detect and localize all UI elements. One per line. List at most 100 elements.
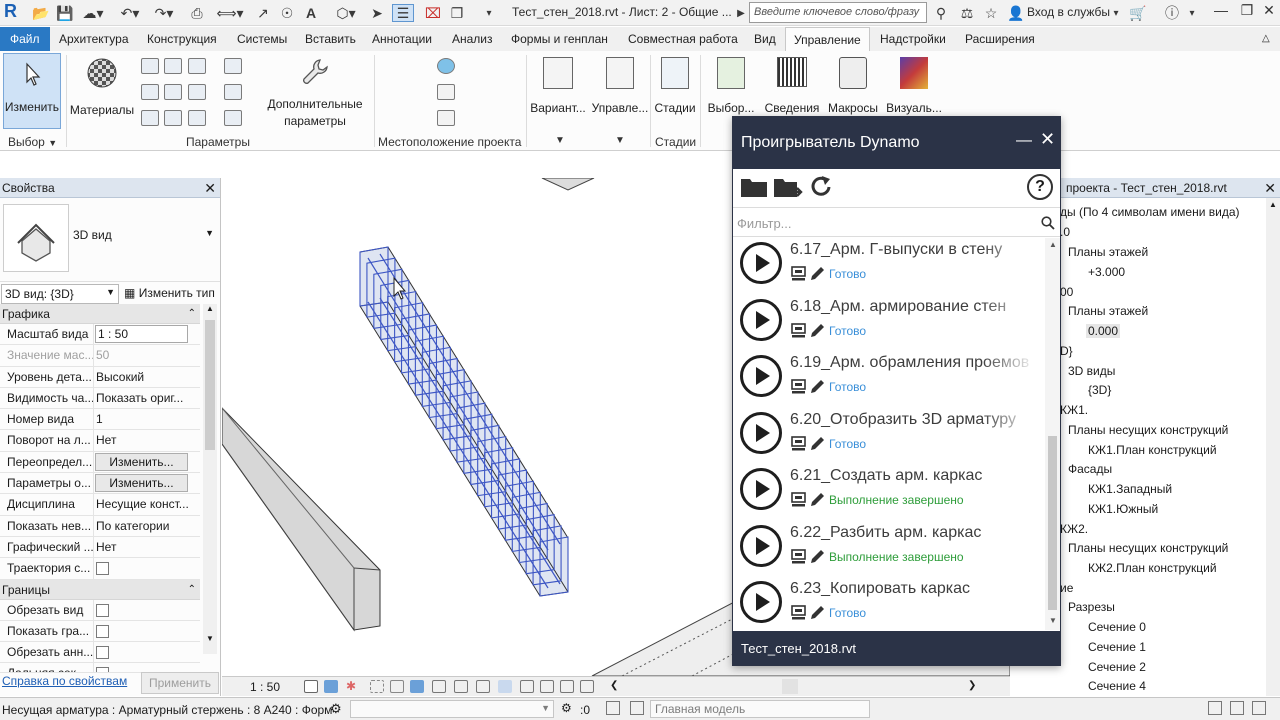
switch-windows-icon[interactable]: ❐ (448, 4, 466, 22)
object-styles-icon[interactable] (141, 58, 159, 74)
phases-button[interactable]: Стадии (652, 57, 698, 115)
keyword-search-input[interactable]: Введите ключевое слово/фразу (749, 2, 927, 23)
view-instance-select[interactable]: 3D вид: {3D} ▼ (1, 284, 119, 304)
tab-architecture[interactable]: Архитектура (51, 27, 137, 51)
annotation-crop-checkbox[interactable] (96, 646, 109, 660)
tab-insert[interactable]: Вставить (297, 27, 364, 51)
tab-analyze[interactable]: Анализ (444, 27, 501, 51)
coordinates-icon[interactable] (437, 84, 455, 100)
tree-item[interactable]: КЖ1.План конструкций (1088, 443, 1217, 457)
tree-item[interactable]: Планы этажей (1068, 304, 1148, 318)
tab-extensions[interactable]: Расширения (957, 27, 1043, 51)
global-parameters-icon[interactable] (188, 84, 206, 100)
mep-settings-icon[interactable] (224, 84, 242, 100)
snaps-icon[interactable] (164, 58, 182, 74)
play-icon[interactable] (740, 468, 782, 510)
design-options-dropdown-icon[interactable]: ▼ (555, 135, 565, 146)
lock-3d-icon[interactable] (432, 680, 446, 693)
tab-structure[interactable]: Конструкция (139, 27, 225, 51)
manage-projects-dropdown-icon[interactable]: ▼ (615, 135, 625, 146)
text-icon[interactable]: A (302, 4, 320, 22)
edit-graphic-options-button[interactable]: Изменить... (95, 474, 188, 493)
location-icon[interactable] (437, 58, 455, 74)
visual-style-icon[interactable] (324, 680, 338, 693)
tree-item[interactable]: +3.000 (1088, 265, 1125, 279)
prop-value[interactable]: Нет (94, 537, 200, 557)
project-info-icon[interactable] (188, 58, 206, 74)
player-inputs-icon[interactable] (791, 548, 806, 564)
prop-value[interactable]: Высокий (94, 367, 200, 387)
expand-search-icon[interactable]: ▶ (735, 4, 747, 22)
worksets-icon[interactable]: ⚙ (561, 701, 572, 715)
script-list-item[interactable]: 6.21_Создать арм. каркас Выполнение завер… (733, 464, 1045, 520)
tree-item[interactable]: 00 (1060, 285, 1073, 299)
design-options-status-icon[interactable] (630, 701, 644, 715)
redo-icon[interactable]: ↷▾ (150, 4, 178, 22)
horizontal-scrollbar-thumb[interactable] (782, 679, 798, 694)
crop-icon[interactable] (390, 680, 404, 693)
sun-path-checkbox[interactable] (96, 562, 109, 576)
tree-item[interactable]: Сечение 0 (1088, 620, 1146, 634)
shadows-icon[interactable] (370, 680, 384, 693)
properties-scrollbar[interactable]: ▲ ▼ (203, 304, 217, 654)
ribbon-toggle-icon[interactable]: △ (1254, 27, 1278, 51)
section-extents[interactable]: Границы ⌃ (0, 579, 200, 600)
close-browser-icon[interactable]: ✕ (1264, 178, 1276, 198)
scroll-right-icon[interactable]: ❯ (968, 680, 976, 691)
sign-in-dropdown-icon[interactable]: ▾ (1110, 4, 1122, 22)
tree-item[interactable]: Планы несущих конструкций (1068, 541, 1228, 555)
view-scale-label[interactable]: 1 : 50 (250, 680, 280, 694)
panel-schedule-icon[interactable] (224, 110, 242, 126)
tree-item[interactable]: Разрезы (1068, 600, 1115, 614)
browser-scrollbar[interactable]: ▲ (1266, 198, 1280, 696)
help-icon[interactable]: ? (1027, 174, 1053, 200)
favorites-star-icon[interactable]: ☆ (982, 4, 1000, 22)
shared-parameters-icon[interactable] (164, 84, 182, 100)
tree-item[interactable]: ие (1060, 581, 1073, 595)
scroll-up-icon[interactable]: ▲ (1049, 240, 1057, 249)
scroll-down-icon[interactable]: ▼ (1049, 616, 1057, 625)
status-selector-field[interactable]: ▼ (350, 700, 554, 718)
script-list-item[interactable]: 6.19_Арм. обрамления проемов Готово (733, 351, 1045, 407)
dimension-icon[interactable]: ↗ (254, 4, 272, 22)
folder-icon[interactable] (740, 175, 768, 199)
tab-manage[interactable]: Управление (785, 27, 870, 51)
rebar-cage[interactable] (359, 246, 569, 597)
player-inputs-icon[interactable] (791, 435, 806, 451)
binoculars-icon[interactable]: ⚲ (932, 4, 950, 22)
editable-only-icon[interactable] (606, 701, 620, 715)
dynamo-header[interactable]: Проигрыватель Dynamo — ✕ (733, 117, 1060, 169)
script-list-item[interactable]: 6.23_Копировать каркас Готово (733, 577, 1045, 630)
manage-projects-button[interactable]: Управле... (590, 57, 650, 115)
player-inputs-icon[interactable] (791, 492, 806, 507)
play-icon[interactable] (740, 298, 782, 341)
player-inputs-icon[interactable] (791, 322, 806, 338)
prop-value[interactable]: Показать ориг... (94, 388, 200, 408)
tree-item[interactable]: КЖ1. (1060, 403, 1088, 417)
script-list-scrollbar[interactable]: ▲ ▼ (1045, 238, 1060, 630)
close-hidden-icon[interactable]: ⌧ (424, 4, 442, 22)
section-graphics[interactable]: Графика ⌃ (0, 304, 200, 324)
position-icon[interactable] (437, 110, 455, 126)
tree-item[interactable]: {3D} (1088, 383, 1111, 397)
scroll-up-icon[interactable]: ▲ (206, 304, 214, 313)
tree-item[interactable]: КЖ2. (1060, 522, 1088, 536)
scroll-up-icon[interactable]: ▲ (1269, 200, 1277, 209)
select-pinned-icon[interactable] (1252, 701, 1266, 715)
inquiry-button[interactable]: Сведения (763, 57, 821, 115)
scroll-left-icon[interactable]: ❮ (610, 680, 618, 691)
sun-path-icon[interactable]: ✱ (346, 680, 360, 693)
tree-item[interactable]: Сечение 2 (1088, 660, 1146, 674)
scroll-down-icon[interactable]: ▼ (206, 634, 214, 643)
tree-item-selected[interactable]: 0.000 (1086, 324, 1121, 338)
close-icon[interactable]: ✕ (1040, 129, 1055, 150)
tree-item[interactable]: Сечение 1 (1088, 640, 1146, 654)
tree-item[interactable]: Планы несущих конструкций (1068, 423, 1228, 437)
edit-overrides-button[interactable]: Изменить... (95, 452, 188, 472)
player-inputs-icon[interactable] (791, 266, 806, 281)
type-dropdown-icon[interactable]: ▼ (205, 228, 214, 238)
player-inputs-icon[interactable] (791, 379, 806, 394)
save-icon[interactable]: 💾 (56, 4, 74, 22)
design-option-field[interactable]: Главная модель (650, 700, 870, 718)
properties-help-link[interactable]: Справка по свойствам (2, 674, 127, 688)
